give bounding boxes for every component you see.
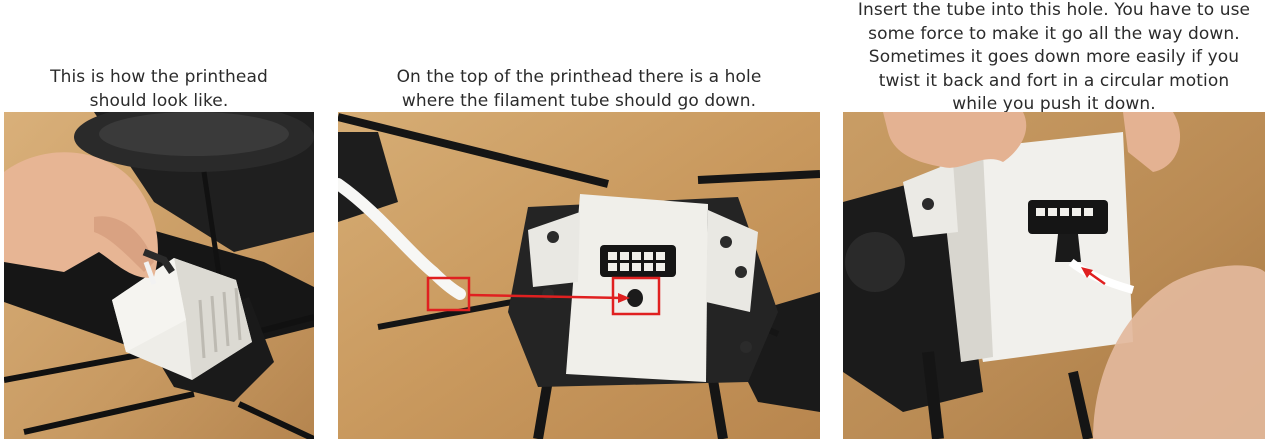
step-panel-2: On the top of the printhead there is a h…: [338, 0, 820, 443]
step-2-photo: [338, 112, 820, 439]
step-1-caption: This is how the printhead should look li…: [4, 66, 314, 113]
step-3-caption: Insert the tube into this hole. You have…: [843, 0, 1265, 117]
caption-line: On the top of the printhead there is a h…: [396, 67, 762, 87]
caption-line: where the filament tube should go down.: [401, 90, 757, 111]
caption-line: should look like.: [89, 90, 229, 111]
step-panel-1: This is how the printhead should look li…: [4, 0, 314, 443]
step-3-photo: [843, 112, 1265, 439]
caption-line: some force to make it go all the way dow…: [868, 23, 1240, 44]
printhead-top-hole-photo: [338, 112, 820, 439]
step-panel-3: Insert the tube into this hole. You have…: [843, 0, 1265, 443]
step-1-photo: [4, 112, 314, 439]
caption-line: twist it back and fort in a circular mot…: [878, 70, 1230, 91]
printhead-assembled-photo: [4, 112, 314, 439]
caption-line: Insert the tube into this hole. You have…: [857, 0, 1251, 20]
step-2-caption: On the top of the printhead there is a h…: [338, 66, 820, 113]
caption-line: Sometimes it goes down more easily if yo…: [868, 47, 1240, 67]
caption-line: This is how the printhead: [50, 67, 268, 87]
inserting-tube-photo: [843, 112, 1265, 439]
